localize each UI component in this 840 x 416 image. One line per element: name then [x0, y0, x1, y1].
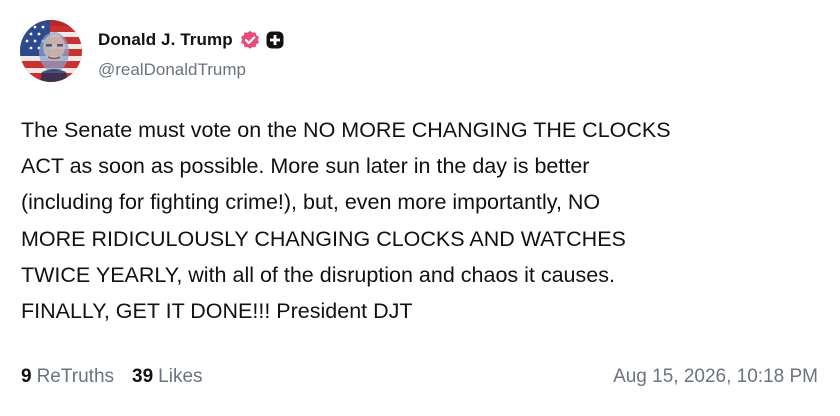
- avatar[interactable]: [20, 20, 82, 82]
- author-name-row: Donald J. Trump: [98, 28, 284, 52]
- post-stats: 9 ReTruths 39 Likes: [21, 366, 203, 388]
- author-handle[interactable]: @realDonaldTrump: [98, 60, 246, 80]
- likes-label: Likes: [158, 366, 203, 387]
- post-card: Donald J. Trump @realDonaldTrump The Sen…: [0, 0, 840, 416]
- likes-stat[interactable]: 39 Likes: [132, 366, 203, 388]
- post-timestamp[interactable]: Aug 15, 2026, 10:18 PM: [613, 366, 818, 388]
- verified-badge-icon: [240, 30, 260, 50]
- retruths-stat[interactable]: 9 ReTruths: [21, 366, 114, 388]
- author-display-name[interactable]: Donald J. Trump: [98, 30, 233, 50]
- likes-count: 39: [132, 366, 154, 387]
- retruths-count: 9: [21, 366, 32, 387]
- post-text: The Senate must vote on the NO MORE CHAN…: [21, 118, 671, 324]
- plus-badge-icon: [266, 31, 284, 49]
- avatar-image: [20, 20, 82, 82]
- retruths-label: ReTruths: [36, 366, 115, 387]
